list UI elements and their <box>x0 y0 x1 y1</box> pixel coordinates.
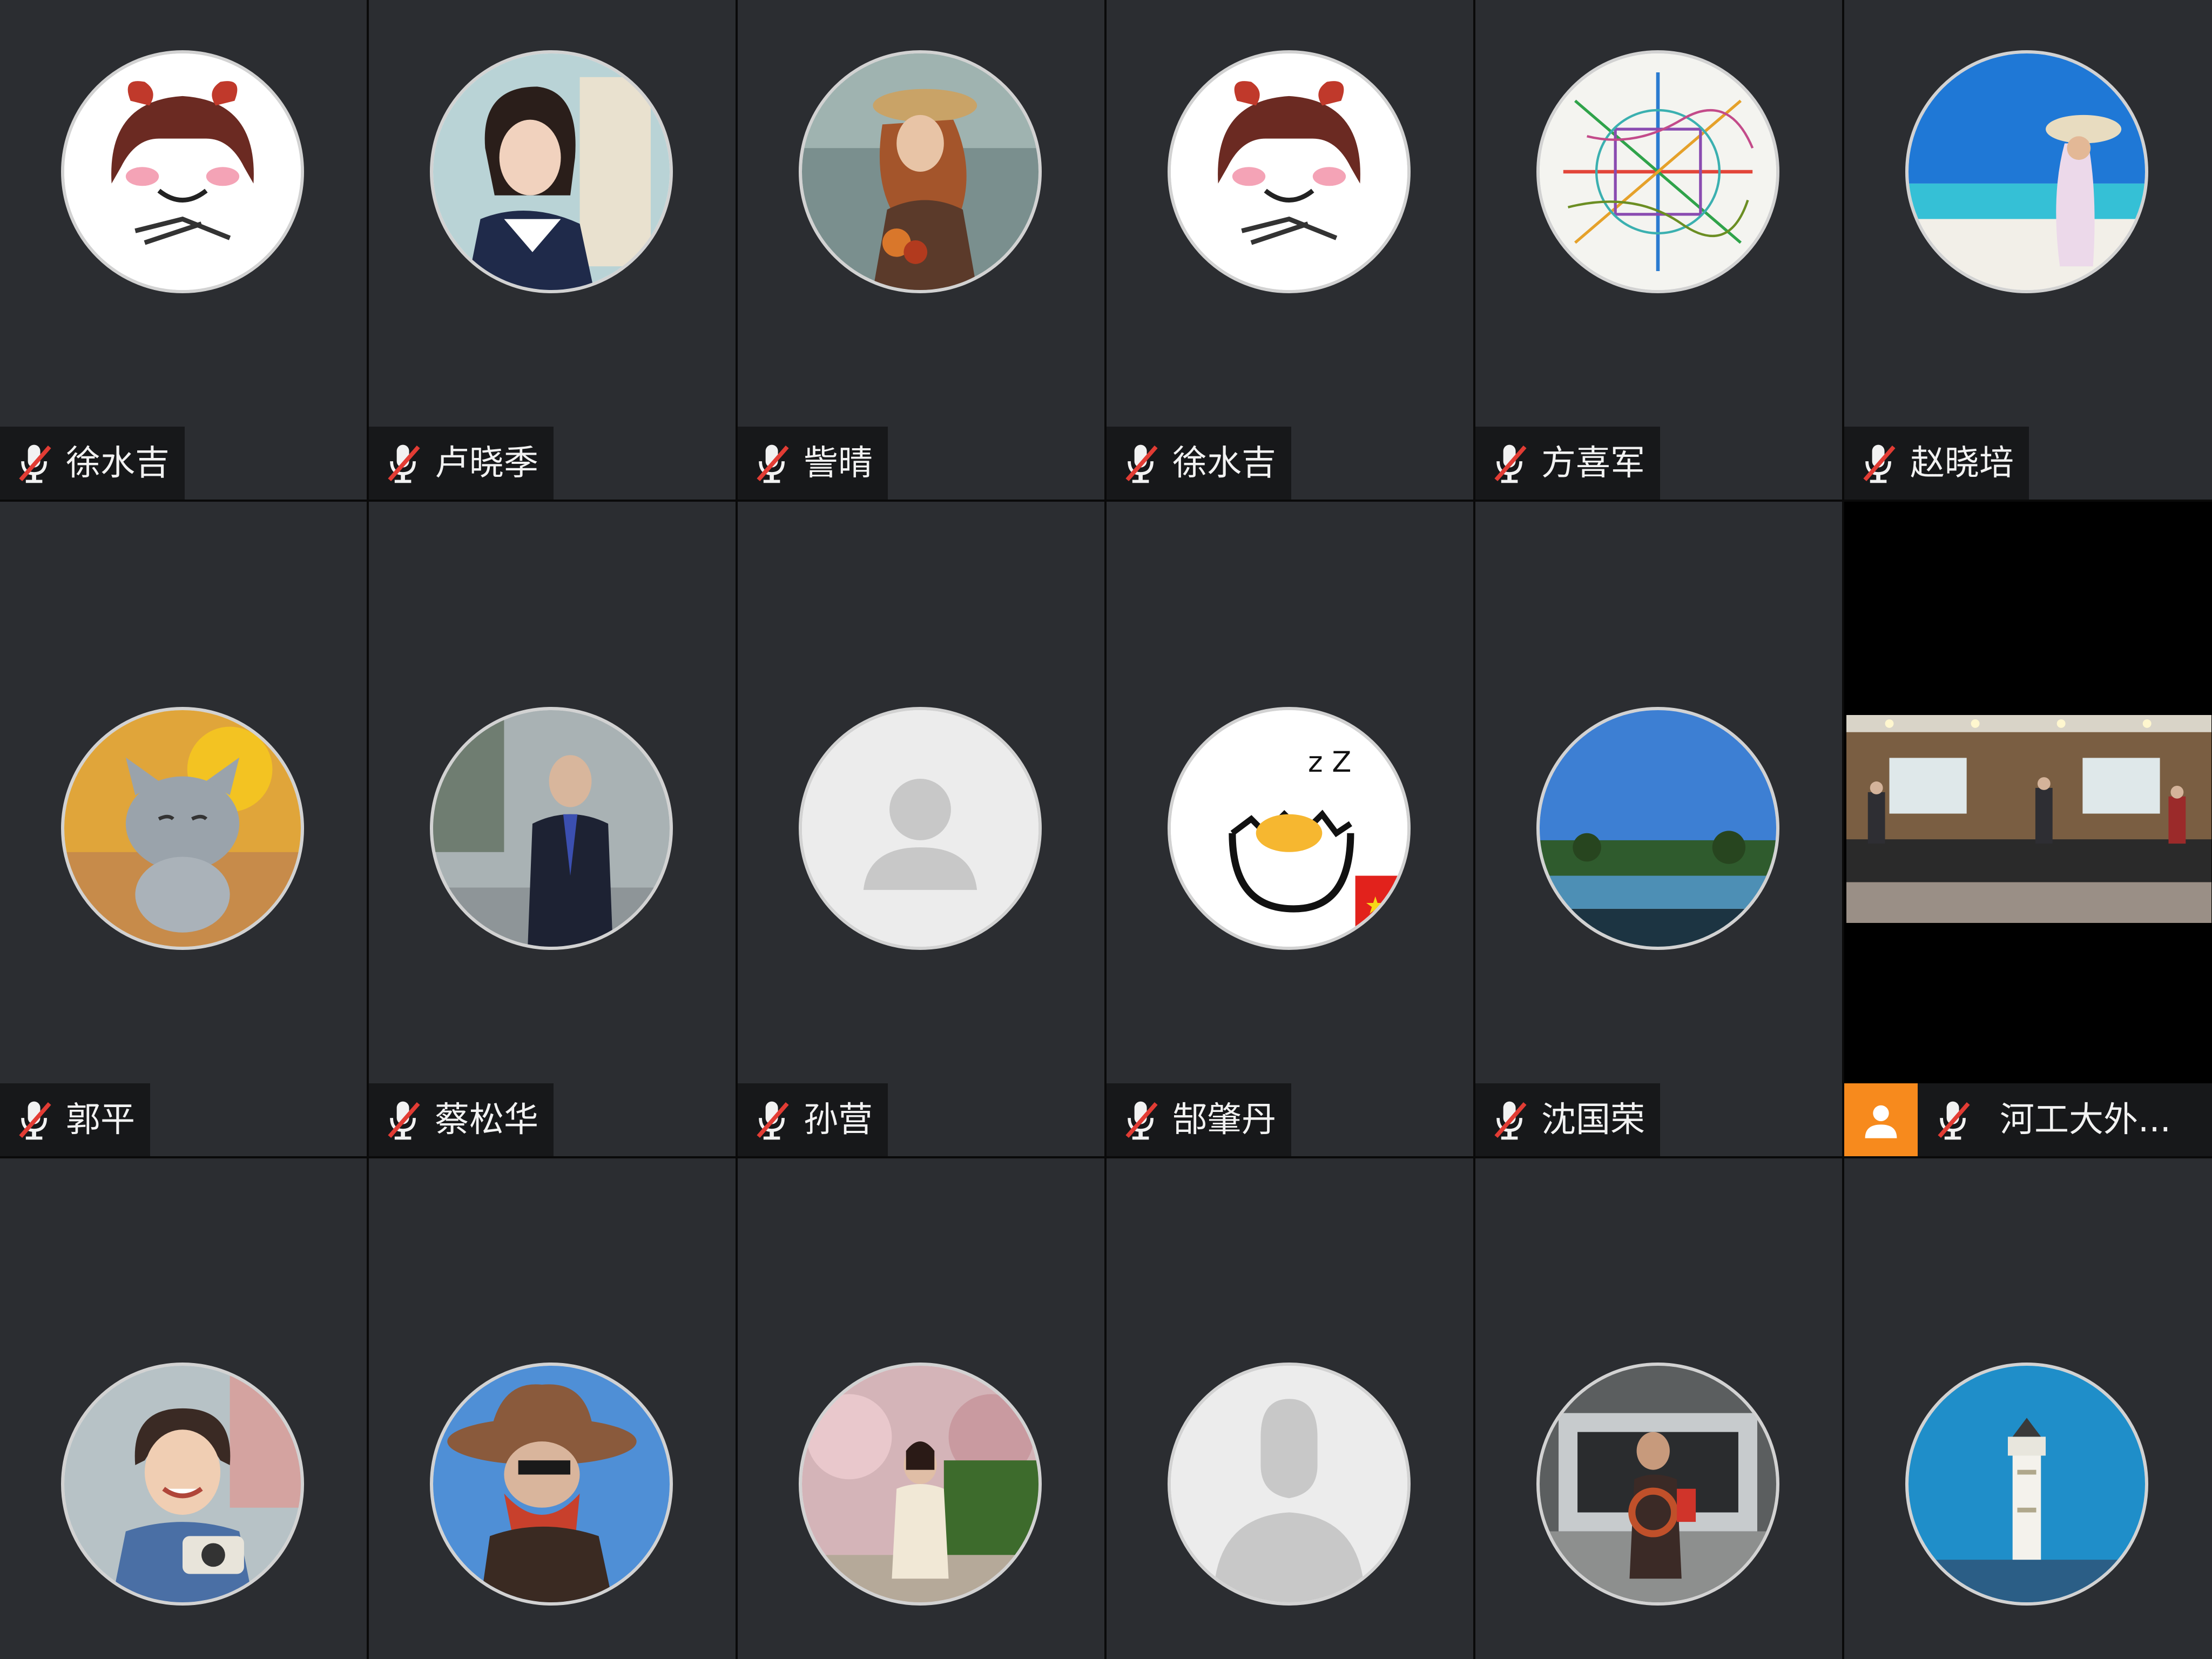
participant-tile[interactable]: 郭平 <box>0 502 367 1156</box>
participant-name: 方喜军 <box>1541 443 1645 483</box>
conference-room-video <box>1846 715 2211 923</box>
participant-tile[interactable]: 沈国荣 <box>1475 502 1842 1156</box>
participant-name: 卢晓季 <box>435 443 538 483</box>
muted-mic-icon <box>1494 1101 1527 1139</box>
participant-nameplate: 郜肇丹 <box>1107 1083 1291 1156</box>
painting-avatar <box>799 50 1042 293</box>
participant-nameplate: 蔡松华 <box>369 1083 554 1156</box>
participant-tile-video[interactable]: 河工大外... <box>1844 502 2212 1156</box>
participant-nameplate: 郭平 <box>0 1083 150 1156</box>
participant-tile[interactable] <box>738 1158 1104 1659</box>
landscape-avatar <box>1536 707 1779 950</box>
participant-nameplate: 徐水吉 <box>1107 427 1291 500</box>
participant-tile[interactable]: 蔡松华 <box>369 502 736 1156</box>
egg-cartoon-avatar: z Z ★ <box>1168 707 1411 950</box>
participant-nameplate: 沈国荣 <box>1475 1083 1660 1156</box>
cowboy-avatar <box>430 1363 673 1606</box>
participant-name: 徐水吉 <box>1172 443 1276 483</box>
girl-photo-avatar <box>430 50 673 293</box>
participant-name: 訾晴 <box>804 443 873 483</box>
participant-name: 蔡松华 <box>435 1100 538 1140</box>
participant-name: 赵晓培 <box>1910 443 2014 483</box>
cartoon-girl-avatar <box>1168 50 1411 293</box>
participant-nameplate: 赵晓培 <box>1844 427 2029 500</box>
participant-name: 郭平 <box>66 1100 135 1140</box>
svg-text:z Z: z Z <box>1308 746 1351 779</box>
participant-nameplate: 徐水吉 <box>0 427 185 500</box>
muted-mic-icon <box>1125 444 1158 483</box>
car-trunk-avatar <box>1536 1363 1779 1606</box>
participant-tile[interactable] <box>0 1158 367 1659</box>
subway-map-avatar <box>1536 50 1779 293</box>
participant-tile[interactable] <box>369 1158 736 1659</box>
participant-tile[interactable] <box>1844 1158 2212 1659</box>
muted-mic-icon <box>1125 1101 1158 1139</box>
cartoon-girl-avatar <box>61 50 304 293</box>
default-silhouette-avatar <box>1168 1363 1411 1606</box>
participant-tile[interactable]: 方喜军 <box>1475 0 1842 500</box>
muted-mic-icon <box>388 444 420 483</box>
participant-tile[interactable] <box>1475 1158 1842 1659</box>
participant-nameplate: 孙营 <box>738 1083 888 1156</box>
participant-name: 沈国荣 <box>1541 1100 1645 1140</box>
muted-mic-icon <box>1938 1101 1970 1139</box>
default-person-avatar <box>799 707 1042 950</box>
muted-mic-icon <box>1863 444 1896 483</box>
svg-text:★: ★ <box>1365 892 1386 920</box>
beach-avatar <box>1905 50 2148 293</box>
muted-mic-icon <box>757 444 789 483</box>
participant-name: 郜肇丹 <box>1172 1100 1276 1140</box>
participant-name: 徐水吉 <box>66 443 170 483</box>
participant-tile[interactable]: 徐水吉 <box>0 0 367 500</box>
muted-mic-icon <box>1494 444 1527 483</box>
participant-tile[interactable]: 孙营 <box>738 502 1104 1156</box>
muted-mic-icon <box>19 444 51 483</box>
participant-name: 河工大外... <box>2000 1100 2171 1140</box>
man-in-suit-avatar <box>430 707 673 950</box>
woman-park-avatar <box>799 1363 1042 1606</box>
muted-mic-icon <box>757 1101 789 1139</box>
participant-nameplate: 河工大外... <box>1844 1083 2212 1156</box>
participant-tile[interactable]: 訾晴 <box>738 0 1104 500</box>
participant-tile[interactable]: 赵晓培 <box>1844 0 2212 500</box>
participant-nameplate: 卢晓季 <box>369 427 554 500</box>
participant-tile[interactable]: 徐水吉 <box>1107 0 1473 500</box>
host-icon <box>1844 1083 1918 1156</box>
participant-tile[interactable] <box>1107 1158 1473 1659</box>
child-photo-avatar <box>61 1363 304 1606</box>
participant-nameplate: 方喜军 <box>1475 427 1660 500</box>
participant-tile[interactable]: z Z ★ 郜肇丹 <box>1107 502 1473 1156</box>
participant-name: 孙营 <box>804 1100 873 1140</box>
cat-figurine-avatar <box>61 707 304 950</box>
participant-tile[interactable]: 卢晓季 <box>369 0 736 500</box>
participant-nameplate: 訾晴 <box>738 427 888 500</box>
participant-grid: 徐水吉 卢晓季 訾晴 徐水吉 方喜军 赵晓培 郭平 蔡松华 孙营 z Z ★ 郜… <box>0 0 2212 1659</box>
muted-mic-icon <box>388 1101 420 1139</box>
lighthouse-avatar <box>1905 1363 2148 1606</box>
muted-mic-icon <box>19 1101 51 1139</box>
